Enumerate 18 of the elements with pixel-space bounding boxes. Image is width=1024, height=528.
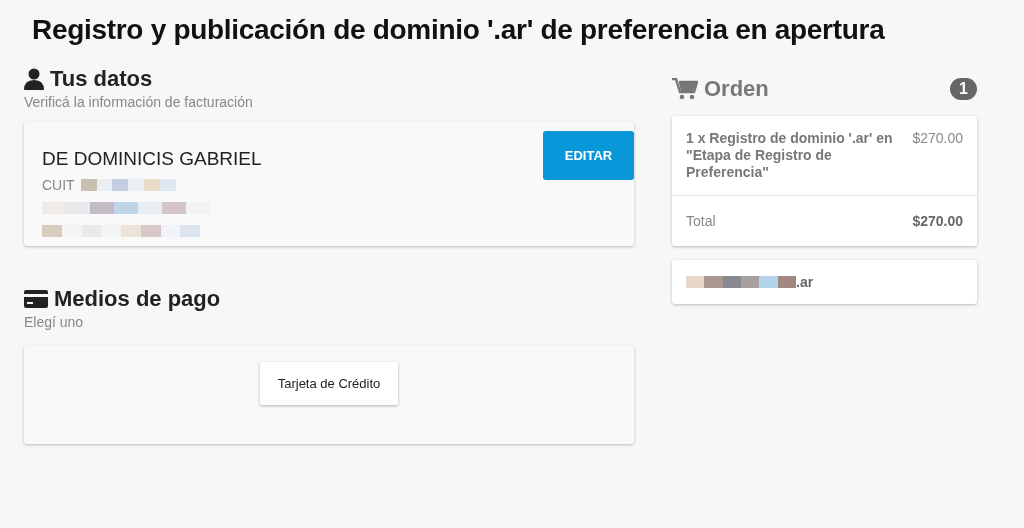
- section-heading: Tus datos: [50, 66, 153, 92]
- section-heading: Medios de pago: [54, 286, 221, 312]
- page-title: Registro y publicación de dominio '.ar' de preferencia en apertura: [31, 13, 886, 46]
- payment-option[interactable]: Tarjeta de Crédito: [259, 362, 399, 405]
- customer-name: DE DOMINICIS GABRIEL: [42, 148, 262, 170]
- user-icon: [24, 68, 44, 90]
- cart-icon: [672, 78, 698, 100]
- item-price: $270.00: [912, 130, 963, 148]
- credit-card-icon: [24, 290, 48, 308]
- total-amount: $270.00: [912, 213, 963, 229]
- item-description: 1 x Registro de dominio '.ar' en "Etapa de Registro de Preferencia": [686, 130, 894, 181]
- section-subtitle: Verificá la información de facturación: [24, 94, 254, 110]
- section-subtitle: Elegí uno: [24, 314, 85, 330]
- total-label: Total: [686, 213, 716, 229]
- domain-suffix: .ar: [796, 274, 814, 290]
- item-count-badge: 1: [950, 78, 977, 100]
- order-heading: Orden: [704, 76, 769, 102]
- cuit-label: CUIT: [42, 176, 75, 193]
